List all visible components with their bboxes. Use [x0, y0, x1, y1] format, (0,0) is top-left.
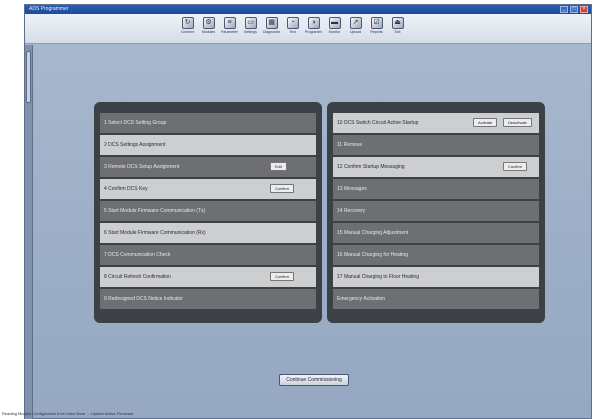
- step-row[interactable]: 6 Start Module Firmware Communication (R…: [100, 223, 316, 243]
- gauge-icon: ◔: [286, 17, 299, 29]
- step-row[interactable]: 16 Manual Charging for Heating: [333, 245, 539, 265]
- toolbar-parameters-button[interactable]: ≡ Parameters: [221, 17, 238, 34]
- toolbar-label: Monitor: [328, 30, 341, 34]
- toolbar-label: Upload: [349, 30, 362, 34]
- toolbar-upload-button[interactable]: ↗ Upload: [347, 17, 364, 34]
- continue-commissioning-button[interactable]: Continue Commissioning: [279, 374, 349, 386]
- toolbar-modules-button[interactable]: ⚙ Modules: [200, 17, 217, 34]
- step-label: 16 Manual Charging for Heating: [337, 252, 408, 258]
- checklist-icon: ☑: [370, 17, 383, 29]
- step-row[interactable]: 7 DCS Communication Check: [100, 245, 316, 265]
- step-row[interactable]: 12 Confirm Startup Messaging Confirm: [333, 157, 539, 177]
- right-step-panel: 10 DCS Switch Circuit Active Startup Acti…: [327, 102, 545, 323]
- gear-icon: ⚙: [202, 17, 215, 29]
- step-label: 1 Select DCS Setting Group: [104, 120, 167, 126]
- edit-button[interactable]: Edit: [270, 162, 287, 171]
- application-window: ADS Programmer _ □ × ↻ Connect ⚙ Modules…: [24, 4, 592, 419]
- confirm-button[interactable]: Confirm: [270, 184, 295, 193]
- left-step-panel: 1 Select DCS Setting Group 2 DCS Setting…: [94, 102, 322, 323]
- step-label: 10 DCS Switch Circuit Active Startup: [337, 120, 419, 126]
- step-row[interactable]: 11 Remove: [333, 135, 539, 155]
- toolbar: ↻ Connect ⚙ Modules ≡ Parameters ▭ Setti…: [25, 14, 591, 44]
- toolbar-label: Modules: [201, 30, 216, 34]
- step-row[interactable]: 3 Remote DCS Setup Assignment Edit: [100, 157, 316, 177]
- toolbar-reports-button[interactable]: ☑ Reports: [368, 17, 385, 34]
- step-row[interactable]: 15 Manual Charging Adjustment: [333, 223, 539, 243]
- refresh-icon: ↻: [181, 17, 194, 29]
- exit-icon: ⏏: [391, 17, 404, 29]
- toolbar-monitor-button[interactable]: ▬ Monitor: [326, 17, 343, 34]
- window-controls: _ □ ×: [560, 6, 588, 13]
- status-bar-text: Reading Module Configuration from Data S…: [2, 411, 134, 416]
- step-row[interactable]: 2 DCS Settings Assignment: [100, 135, 316, 155]
- step-label: 4 Confirm DCS Key: [104, 186, 148, 192]
- step-label: 13 Messages: [337, 186, 367, 192]
- toolbar-diagnostics-button[interactable]: ▦ Diagnostics: [263, 17, 280, 34]
- toolbar-label: Exit: [394, 30, 401, 34]
- step-label: 15 Manual Charging Adjustment: [337, 230, 409, 236]
- screen-icon: ▬: [328, 17, 341, 29]
- toolbar-label: Programming: [305, 30, 322, 34]
- activate-button[interactable]: Activate: [473, 118, 498, 127]
- title-bar: ADS Programmer _ □ ×: [25, 5, 591, 14]
- toolbar-settings-button[interactable]: ▭ Settings: [242, 17, 259, 34]
- confirm-button[interactable]: Confirm: [503, 162, 528, 171]
- toolbar-buttons: ↻ Connect ⚙ Modules ≡ Parameters ▭ Setti…: [179, 17, 406, 34]
- toolbar-label: Reports: [370, 30, 383, 34]
- list-icon: ≡: [223, 17, 236, 29]
- step-label: 8 Circuit Refresh Confirmation: [104, 274, 171, 280]
- monitor-icon: ▭: [244, 17, 257, 29]
- step-row[interactable]: 5 Start Module Firmware Communication (T…: [100, 201, 316, 221]
- toolbar-label: Test: [289, 30, 296, 34]
- left-scrollbar[interactable]: [25, 45, 33, 419]
- step-label: Emergency Activation: [337, 296, 386, 302]
- close-button[interactable]: ×: [580, 6, 588, 13]
- step-row[interactable]: 14 Recovery: [333, 201, 539, 221]
- toolbar-label: Diagnostics: [263, 30, 280, 34]
- step-label: 14 Recovery: [337, 208, 366, 214]
- step-row[interactable]: 9 Redesigned DCS Notice Indicator: [100, 289, 316, 309]
- step-label: 7 DCS Communication Check: [104, 252, 171, 258]
- upload-icon: ↗: [349, 17, 362, 29]
- toolbar-label: Connect: [180, 30, 195, 34]
- toolbar-exit-button[interactable]: ⏏ Exit: [389, 17, 406, 34]
- deactivate-button[interactable]: Deactivate: [503, 118, 532, 127]
- step-label: 2 DCS Settings Assignment: [104, 142, 166, 148]
- step-row[interactable]: 8 Circuit Refresh Confirmation Confirm: [100, 267, 316, 287]
- toolbar-label: Parameters: [221, 30, 238, 34]
- step-row[interactable]: 4 Confirm DCS Key Confirm: [100, 179, 316, 199]
- scrollbar-thumb[interactable]: [26, 51, 31, 103]
- step-row[interactable]: 1 Select DCS Setting Group: [100, 113, 316, 133]
- step-row[interactable]: 13 Messages: [333, 179, 539, 199]
- toolbar-test-button[interactable]: ◔ Test: [284, 17, 301, 34]
- step-label: 11 Remove: [337, 142, 363, 148]
- step-label: 12 Confirm Startup Messaging: [337, 164, 405, 170]
- toolbar-programming-button[interactable]: ◑ Programming: [305, 17, 322, 34]
- toolbar-label: Settings: [244, 30, 257, 34]
- half-circle-icon: ◑: [307, 17, 320, 29]
- step-row[interactable]: 10 DCS Switch Circuit Active Startup Acti…: [333, 113, 539, 133]
- step-row[interactable]: 17 Manual Charging to Floor Heating: [333, 267, 539, 287]
- grid-icon: ▦: [265, 17, 278, 29]
- confirm-button[interactable]: Confirm: [270, 272, 295, 281]
- maximize-button[interactable]: □: [570, 6, 578, 13]
- minimize-button[interactable]: _: [560, 6, 568, 13]
- step-label: 5 Start Module Firmware Communication (T…: [104, 208, 206, 214]
- toolbar-connect-button[interactable]: ↻ Connect: [179, 17, 196, 34]
- step-label: 17 Manual Charging to Floor Heating: [337, 274, 419, 280]
- step-row[interactable]: Emergency Activation: [333, 289, 539, 309]
- step-label: 6 Start Module Firmware Communication (R…: [104, 230, 206, 236]
- step-label: 9 Redesigned DCS Notice Indicator: [104, 296, 183, 302]
- step-label: 3 Remote DCS Setup Assignment: [104, 164, 180, 170]
- window-title: ADS Programmer: [29, 6, 69, 12]
